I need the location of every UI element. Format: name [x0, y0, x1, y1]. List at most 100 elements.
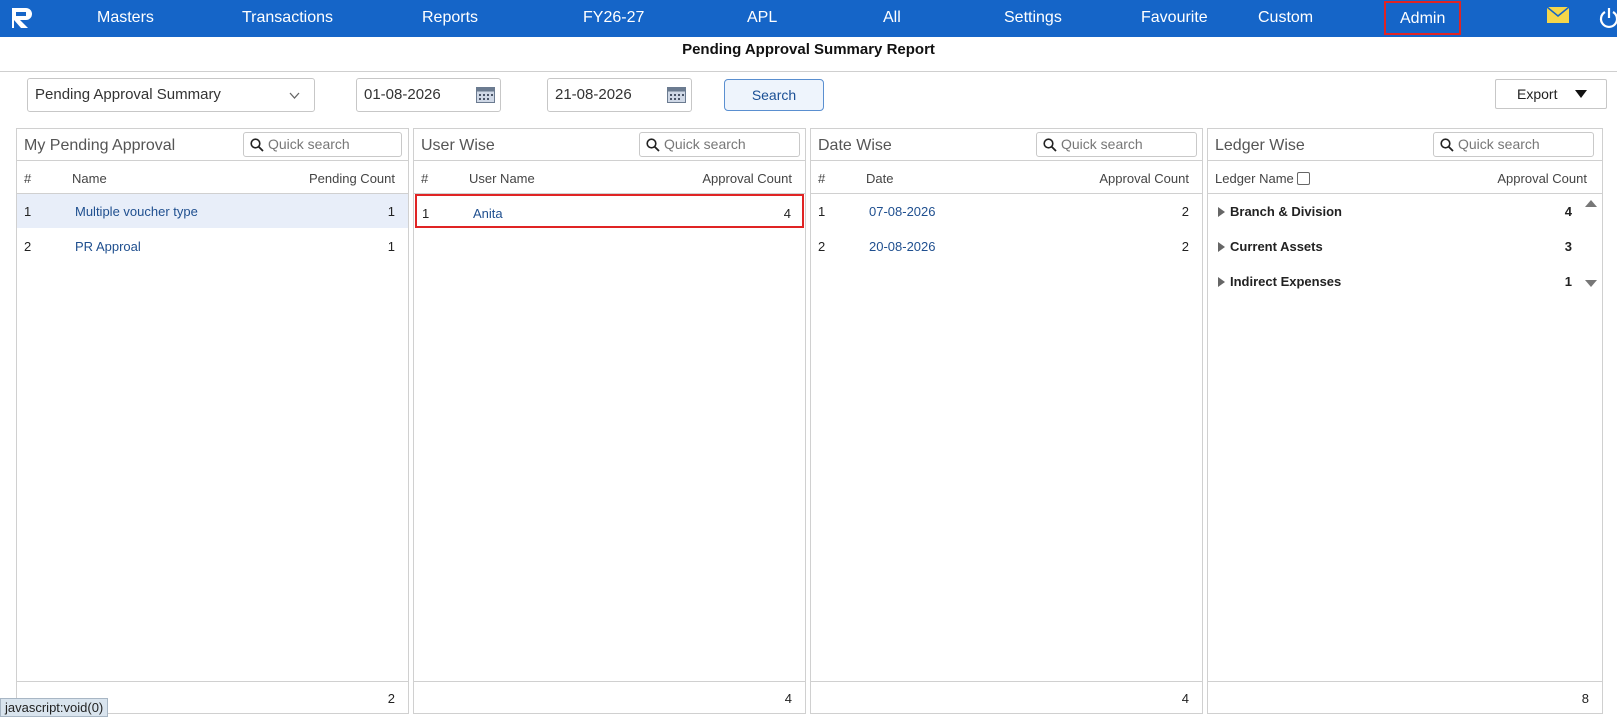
- nav-transactions[interactable]: Transactions: [242, 0, 333, 37]
- panel-title: Ledger Wise: [1215, 137, 1305, 154]
- caret-down-icon: [1575, 90, 1587, 98]
- total-count: 8: [1581, 691, 1589, 706]
- quick-search-input[interactable]: Quick search: [1036, 132, 1197, 157]
- expand-caret-icon[interactable]: [1218, 277, 1225, 287]
- to-date-value: 21-08-2026: [555, 86, 632, 103]
- col-approval-count[interactable]: Approval Count: [702, 171, 792, 186]
- quick-search-placeholder: Quick search: [1061, 136, 1143, 152]
- col-pending-count[interactable]: Pending Count: [309, 171, 395, 186]
- search-icon: [1440, 138, 1454, 152]
- panel-header: My Pending Approval Quick search: [17, 129, 408, 161]
- row-count: 1: [1564, 274, 1572, 289]
- quick-search-input[interactable]: Quick search: [639, 132, 800, 157]
- panel-header: User Wise Quick search: [414, 129, 805, 161]
- panel-title: My Pending Approval: [24, 137, 176, 154]
- from-date-field[interactable]: 01-08-2026: [356, 78, 501, 112]
- report-type-select[interactable]: Pending Approval Summary: [27, 78, 315, 112]
- my-pending-approval-panel: My Pending Approval Quick search # Name …: [16, 128, 409, 714]
- nav-favourite[interactable]: Favourite: [1141, 0, 1208, 37]
- top-nav: Masters Transactions Reports FY26-27 APL…: [0, 0, 1617, 37]
- search-icon: [646, 138, 660, 152]
- export-button[interactable]: Export: [1495, 79, 1607, 109]
- tree-row[interactable]: Current Assets 3: [1208, 229, 1602, 263]
- panel-footer-total: 4: [811, 681, 1202, 713]
- row-date-link[interactable]: 20-08-2026: [869, 239, 936, 254]
- row-count: 4: [783, 206, 791, 221]
- tree-row[interactable]: Indirect Expenses 1: [1208, 264, 1602, 298]
- search-icon: [1043, 138, 1057, 152]
- calendar-icon[interactable]: [476, 87, 495, 103]
- col-name[interactable]: Name: [72, 171, 107, 186]
- panel-title: User Wise: [421, 137, 495, 154]
- total-count: 2: [387, 691, 395, 706]
- col-ledger-name-label: Ledger Name: [1215, 171, 1294, 186]
- nav-all[interactable]: All: [883, 0, 901, 37]
- tree-row[interactable]: Branch & Division 4: [1208, 194, 1602, 228]
- panel-footer-total: 8: [1208, 681, 1602, 713]
- row-name-link[interactable]: Multiple voucher type: [75, 204, 198, 219]
- tree-node-label[interactable]: Current Assets: [1218, 239, 1323, 254]
- nav-reports[interactable]: Reports: [422, 0, 478, 37]
- row-count: 4: [1564, 204, 1572, 219]
- export-label: Export: [1517, 86, 1558, 102]
- table-row[interactable]: 1 Multiple voucher type 1: [17, 194, 408, 228]
- tree-node-label[interactable]: Indirect Expenses: [1218, 274, 1341, 289]
- column-header-row: Ledger Name Approval Count: [1208, 161, 1602, 194]
- tree-node-label[interactable]: Branch & Division: [1218, 204, 1342, 219]
- row-number: 1: [818, 204, 826, 219]
- row-name-link[interactable]: PR Approal: [75, 239, 141, 254]
- panel-footer-total: 4: [414, 681, 805, 713]
- scroll-up-arrow-icon[interactable]: [1585, 200, 1597, 207]
- calendar-icon[interactable]: [667, 87, 686, 103]
- nav-custom[interactable]: Custom: [1258, 0, 1313, 37]
- select-all-checkbox[interactable]: [1296, 172, 1310, 185]
- row-date-link[interactable]: 07-08-2026: [869, 204, 936, 219]
- row-number: 2: [818, 239, 826, 254]
- col-approval-count[interactable]: Approval Count: [1099, 171, 1189, 186]
- row-number: 1: [422, 206, 430, 221]
- col-date[interactable]: Date: [866, 171, 893, 186]
- date-wise-panel: Date Wise Quick search # Date Approval C…: [810, 128, 1203, 714]
- ledger-name: Branch & Division: [1230, 204, 1342, 219]
- scroll-down-arrow-icon[interactable]: [1585, 280, 1597, 287]
- table-row[interactable]: 2 20-08-2026 2: [811, 229, 1202, 263]
- col-user-name[interactable]: User Name: [469, 171, 535, 186]
- nav-masters[interactable]: Masters: [97, 0, 154, 37]
- quick-search-input[interactable]: Quick search: [1433, 132, 1594, 157]
- table-row[interactable]: 1 07-08-2026 2: [811, 194, 1202, 228]
- mail-icon[interactable]: [1547, 7, 1569, 23]
- user-wise-panel: User Wise Quick search # User Name Appro…: [413, 128, 806, 714]
- col-number: #: [818, 171, 826, 186]
- row-count: 2: [1181, 204, 1189, 219]
- from-date-value: 01-08-2026: [364, 86, 441, 103]
- quick-search-placeholder: Quick search: [1458, 136, 1540, 152]
- quick-search-placeholder: Quick search: [664, 136, 746, 152]
- col-ledger-name[interactable]: Ledger Name: [1215, 171, 1310, 186]
- ledger-name: Indirect Expenses: [1230, 274, 1342, 289]
- report-type-value: Pending Approval Summary: [35, 86, 221, 103]
- app-logo-icon[interactable]: [10, 6, 34, 30]
- nav-fiscal-year[interactable]: FY26-27: [583, 0, 644, 37]
- quick-search-placeholder: Quick search: [268, 136, 350, 152]
- row-number: 1: [24, 204, 32, 219]
- browser-status-bar: javascript:void(0): [0, 698, 109, 717]
- nav-company[interactable]: APL: [747, 0, 777, 37]
- row-user-link[interactable]: Anita: [473, 206, 503, 221]
- total-count: 4: [784, 691, 792, 706]
- nav-settings[interactable]: Settings: [1004, 0, 1062, 37]
- search-button[interactable]: Search: [724, 79, 824, 111]
- panel-header: Ledger Wise Quick search: [1208, 129, 1602, 161]
- chevron-down-icon: [289, 92, 300, 99]
- quick-search-input[interactable]: Quick search: [243, 132, 402, 157]
- power-icon[interactable]: [1598, 7, 1617, 29]
- expand-caret-icon[interactable]: [1218, 207, 1225, 217]
- row-count: 1: [387, 239, 395, 254]
- table-row[interactable]: 1 Anita 4: [415, 194, 804, 228]
- expand-caret-icon[interactable]: [1218, 242, 1225, 252]
- table-row[interactable]: 2 PR Approal 1: [17, 229, 408, 263]
- to-date-field[interactable]: 21-08-2026: [547, 78, 692, 112]
- col-approval-count[interactable]: Approval Count: [1497, 171, 1587, 186]
- nav-admin[interactable]: Admin: [1384, 1, 1462, 35]
- column-header-row: # Name Pending Count: [17, 161, 408, 194]
- search-icon: [250, 138, 264, 152]
